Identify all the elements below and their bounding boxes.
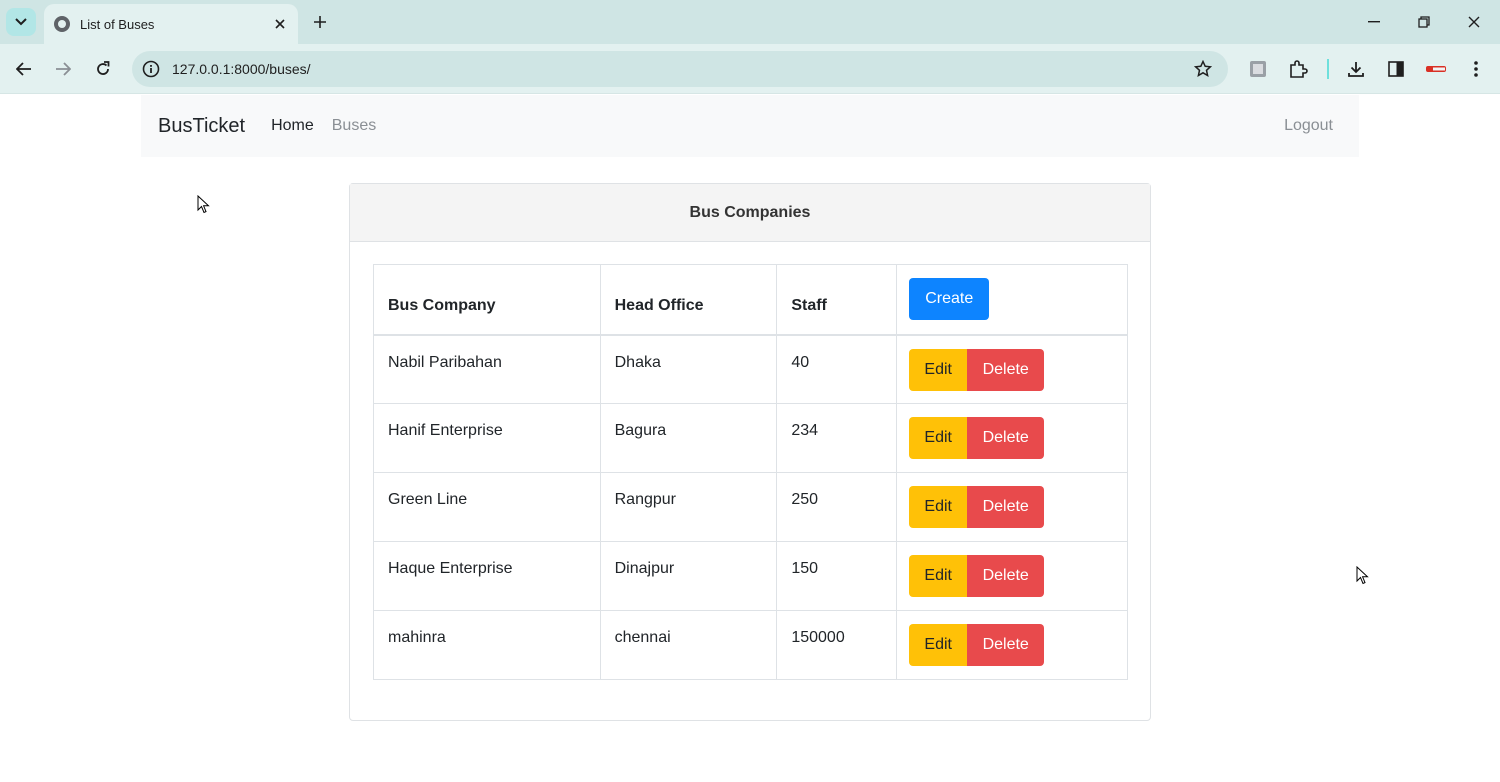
close-icon <box>1468 16 1480 28</box>
menu-kebab-icon[interactable] <box>1464 57 1488 81</box>
mouse-cursor-icon <box>197 195 210 214</box>
address-bar[interactable]: 127.0.0.1:8000/buses/ <box>132 51 1228 87</box>
row-action-group: Edit Delete <box>909 624 1045 666</box>
cell-head-office: Rangpur <box>599 472 778 542</box>
cell-actions: Edit Delete <box>896 472 1128 542</box>
logout-link[interactable]: Logout <box>1284 117 1333 135</box>
profile-extension-icon[interactable] <box>1246 57 1270 81</box>
delete-button[interactable]: Delete <box>967 624 1045 666</box>
edit-button[interactable]: Edit <box>909 624 968 666</box>
table-row: mahinra chennai 150000 Edit Delete <box>373 610 1128 680</box>
tab-title: List of Buses <box>80 16 155 32</box>
restore-icon <box>1418 16 1430 28</box>
brand-logo[interactable]: BusTicket <box>158 115 245 138</box>
cell-staff: 234 <box>776 403 898 473</box>
cell-bus-company: Haque Enterprise <box>373 541 601 611</box>
edit-button[interactable]: Edit <box>909 486 968 528</box>
cell-head-office: chennai <box>599 610 778 680</box>
extensions-puzzle-icon[interactable] <box>1286 57 1310 81</box>
nav-link-home[interactable]: Home <box>271 117 314 135</box>
arrow-left-icon <box>16 62 31 76</box>
url-text[interactable]: 127.0.0.1:8000/buses/ <box>172 61 1192 77</box>
delete-button[interactable]: Delete <box>967 555 1045 597</box>
browser-toolbar: 127.0.0.1:8000/buses/ <box>0 44 1500 94</box>
plus-icon <box>314 16 326 28</box>
column-header-bus-company: Bus Company <box>373 264 601 336</box>
chevron-down-icon <box>15 18 27 26</box>
cell-actions: Edit Delete <box>896 541 1128 611</box>
tab-search-button[interactable] <box>6 8 36 36</box>
side-panel-icon[interactable] <box>1384 57 1408 81</box>
bus-companies-card: Bus Companies Bus Company Head Office St… <box>349 183 1151 721</box>
column-header-head-office: Head Office <box>599 264 778 336</box>
cell-actions: Edit Delete <box>896 334 1128 404</box>
cell-bus-company: mahinra <box>373 610 601 680</box>
edit-button[interactable]: Edit <box>909 348 968 391</box>
arrow-right-icon <box>56 62 71 76</box>
row-action-group: Edit Delete <box>909 486 1045 528</box>
site-info-icon[interactable] <box>142 60 160 78</box>
recording-extension-icon[interactable] <box>1424 57 1448 81</box>
cell-bus-company: Green Line <box>373 472 601 542</box>
globe-icon <box>54 16 70 32</box>
table-row: Green Line Rangpur 250 Edit Delete <box>373 472 1128 542</box>
row-action-group: Edit Delete <box>909 555 1045 597</box>
edit-button[interactable]: Edit <box>909 417 968 459</box>
new-tab-button[interactable] <box>308 10 332 34</box>
table-row: Hanif Enterprise Bagura 234 Edit Delete <box>373 403 1128 473</box>
cell-head-office: Dinajpur <box>599 541 778 611</box>
reload-icon <box>97 61 110 75</box>
download-icon[interactable] <box>1344 57 1368 81</box>
minimize-icon <box>1368 21 1380 23</box>
cell-bus-company: Hanif Enterprise <box>373 403 601 473</box>
bookmark-star-icon[interactable] <box>1192 58 1214 80</box>
forward-button[interactable] <box>50 56 76 82</box>
close-icon <box>275 19 285 29</box>
row-action-group: Edit Delete <box>909 417 1045 459</box>
table-row: Haque Enterprise Dinajpur 150 Edit Delete <box>373 541 1128 611</box>
row-action-group: Edit Delete <box>909 348 1045 391</box>
bus-companies-table: Bus Company Head Office Staff Create Nab… <box>373 264 1128 680</box>
cell-staff: 250 <box>776 472 898 542</box>
toolbar-separator <box>1327 59 1329 79</box>
site-navbar: BusTicket Home Buses Logout <box>141 95 1359 157</box>
reload-button[interactable] <box>90 56 116 82</box>
back-button[interactable] <box>11 56 37 82</box>
cell-staff: 150000 <box>776 610 898 680</box>
table-header-row: Bus Company Head Office Staff Create <box>373 264 1128 336</box>
column-header-actions: Create <box>896 264 1128 336</box>
cell-actions: Edit Delete <box>896 403 1128 473</box>
cell-staff: 150 <box>776 541 898 611</box>
delete-button[interactable]: Delete <box>967 417 1045 459</box>
mouse-cursor-icon <box>1356 566 1369 585</box>
create-button[interactable]: Create <box>909 278 990 320</box>
delete-button[interactable]: Delete <box>967 486 1045 528</box>
restore-button[interactable] <box>1412 10 1436 34</box>
tab-close-button[interactable] <box>272 16 288 32</box>
cell-actions: Edit Delete <box>896 610 1128 680</box>
browser-tab[interactable]: List of Buses <box>44 4 298 44</box>
cell-head-office: Dhaka <box>599 334 778 404</box>
close-window-button[interactable] <box>1462 10 1486 34</box>
column-header-staff: Staff <box>776 264 898 336</box>
browser-tab-bar: List of Buses <box>0 0 1500 44</box>
minimize-button[interactable] <box>1362 10 1386 34</box>
edit-button[interactable]: Edit <box>909 555 968 597</box>
delete-button[interactable]: Delete <box>967 348 1045 391</box>
table-row: Nabil Paribahan Dhaka 40 Edit Delete <box>373 334 1128 404</box>
nav-link-buses[interactable]: Buses <box>332 117 376 135</box>
card-title: Bus Companies <box>350 184 1150 242</box>
cell-bus-company: Nabil Paribahan <box>373 334 601 404</box>
cell-head-office: Bagura <box>599 403 778 473</box>
cell-staff: 40 <box>776 334 898 404</box>
